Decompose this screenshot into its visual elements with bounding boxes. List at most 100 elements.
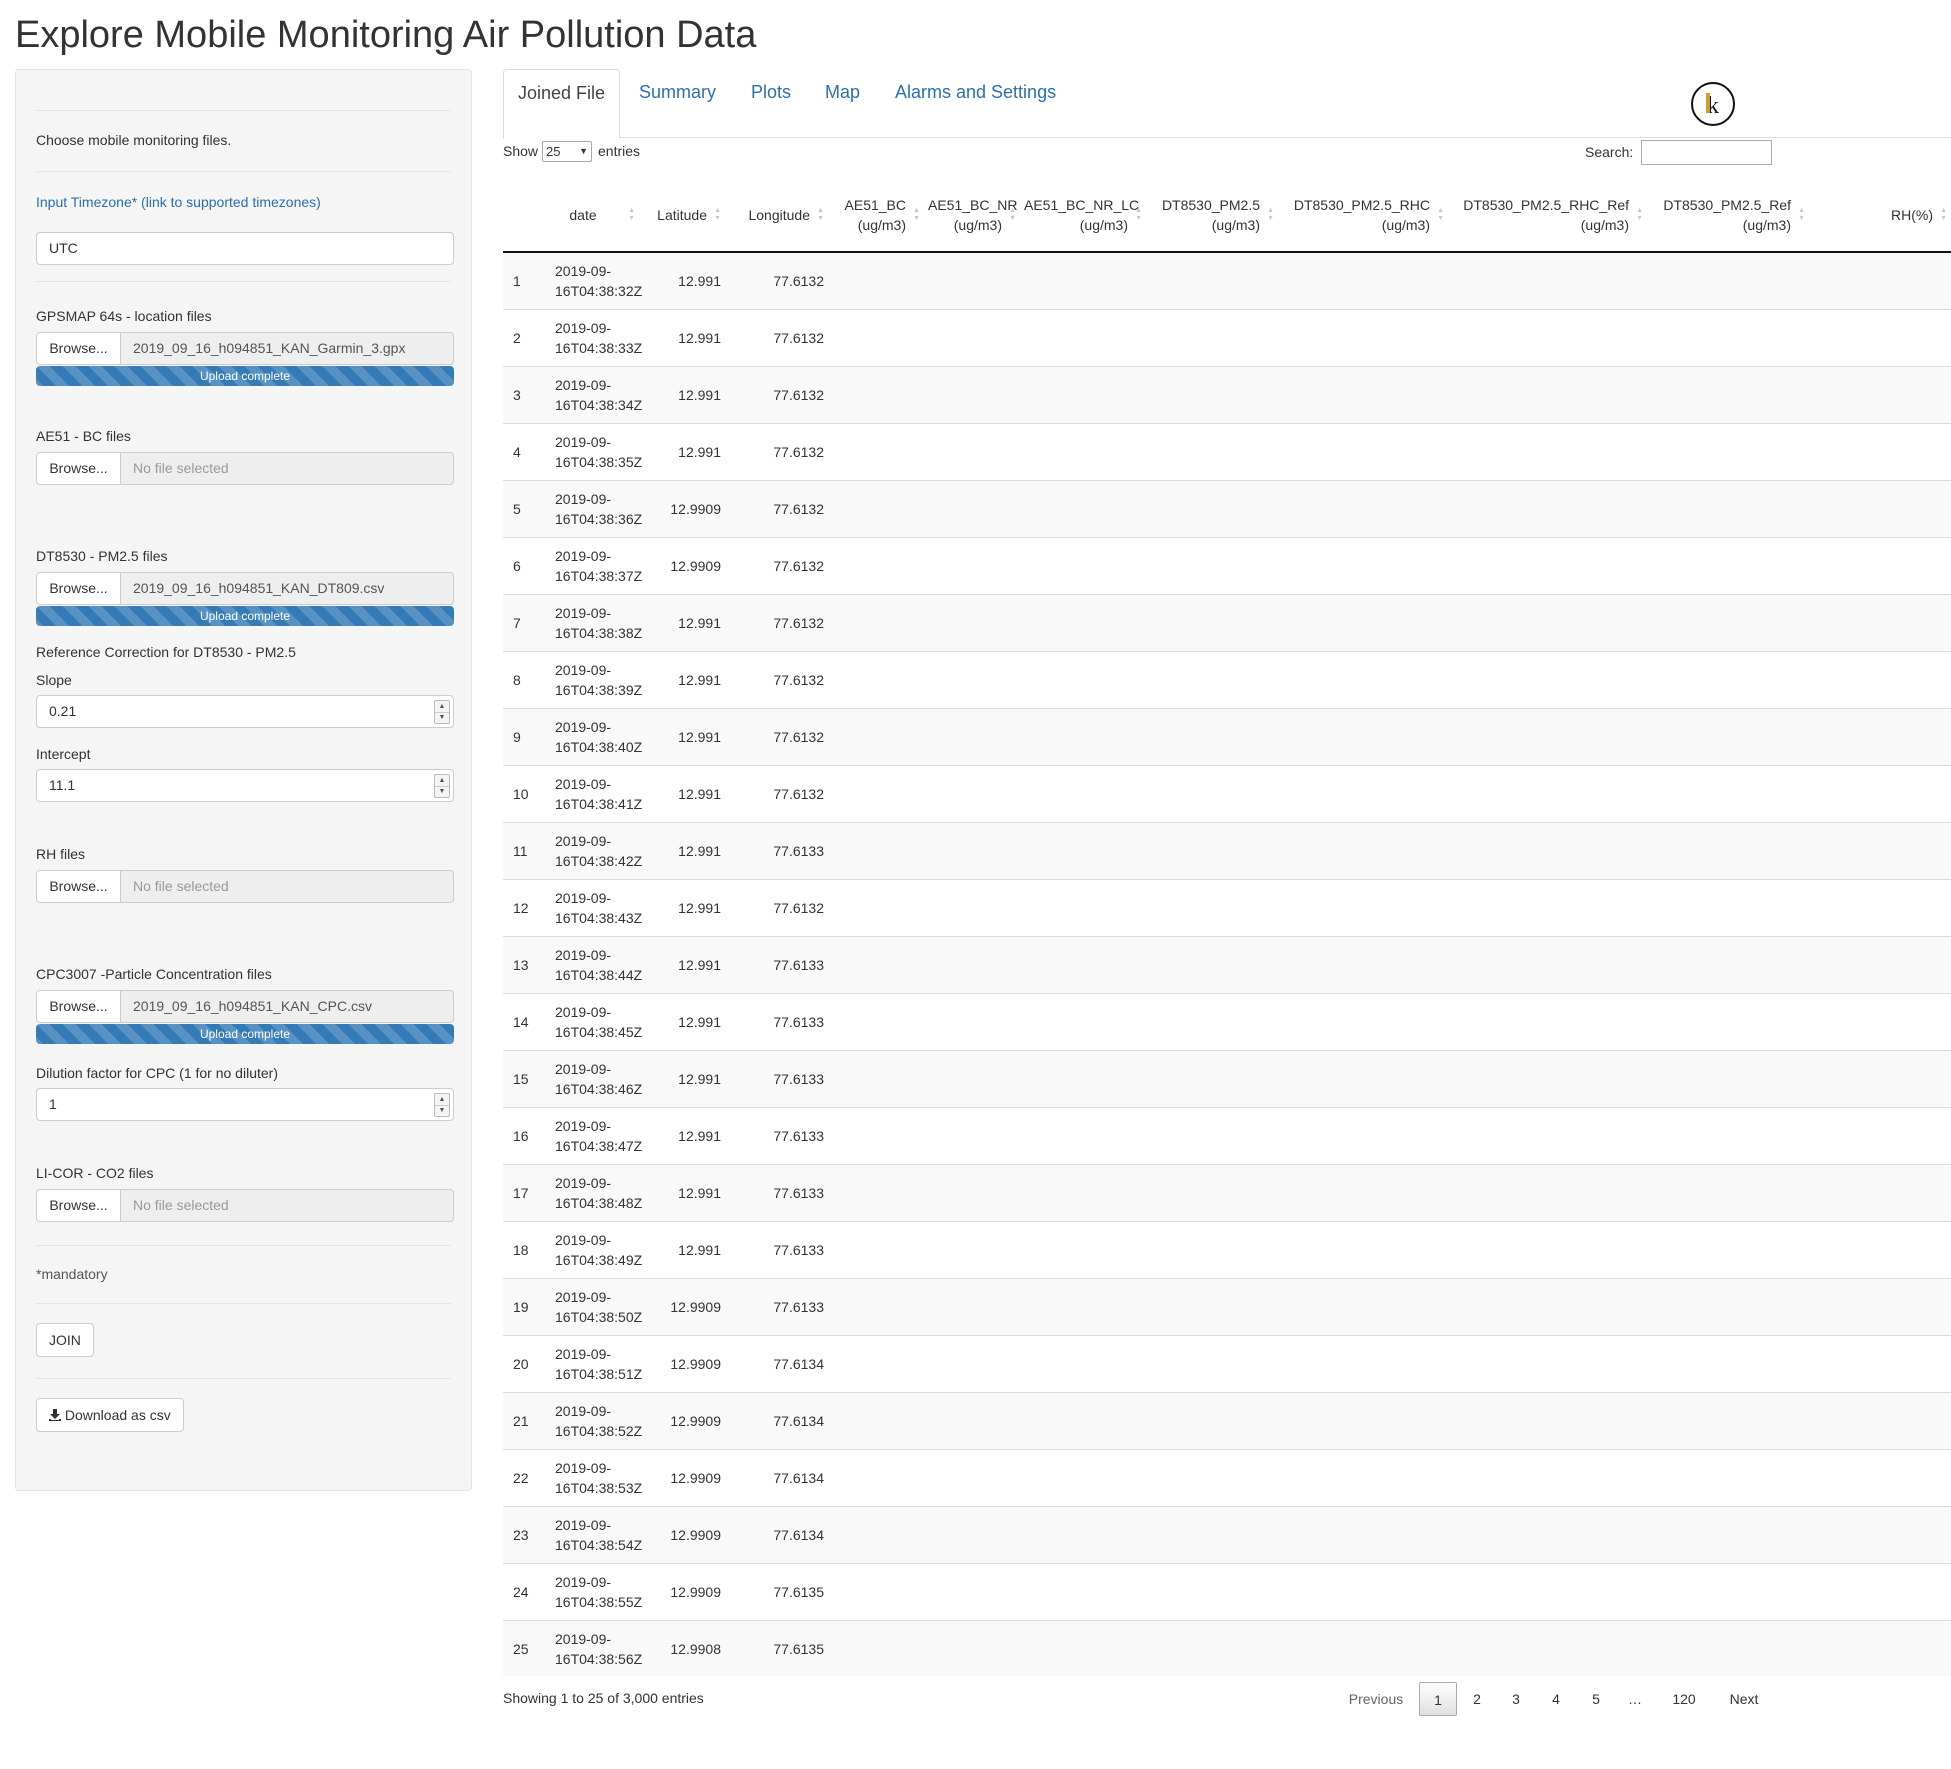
table-row[interactable]: 24 2019-09- 16T04:38:55Z 12.9909 77.6135 [503, 1563, 1951, 1621]
tab-plots[interactable]: Plots [751, 69, 791, 138]
pagination-page-120[interactable]: 120 [1656, 1682, 1712, 1716]
table-row[interactable]: 18 2019-09- 16T04:38:49Z 12.991 77.6133 [503, 1221, 1951, 1279]
column-header-latitude[interactable]: Latitude ▲ ▼ [639, 178, 725, 253]
cell-empty [1647, 765, 1809, 823]
tab-summary[interactable]: Summary [639, 69, 716, 138]
cpc-browse-button[interactable]: Browse... [36, 990, 121, 1023]
table-row[interactable]: 10 2019-09- 16T04:38:41Z 12.991 77.6132 [503, 765, 1951, 823]
cell-index: 13 [503, 936, 541, 994]
column-header-dt8530-pm25-rhc-ref[interactable]: DT8530_PM2.5_RHC_Ref (ug/m3) ▲ ▼ [1448, 178, 1647, 253]
cell-empty [1809, 1506, 1951, 1564]
pagination-next[interactable]: Next [1716, 1682, 1772, 1716]
chevron-down-icon[interactable]: ▼ [435, 712, 449, 723]
table-row[interactable]: 21 2019-09- 16T04:38:52Z 12.9909 77.6134 [503, 1392, 1951, 1450]
table-row[interactable]: 8 2019-09- 16T04:38:39Z 12.991 77.6132 [503, 651, 1951, 709]
pagination-page-1[interactable]: 1 [1419, 1682, 1457, 1716]
table-row[interactable]: 23 2019-09- 16T04:38:54Z 12.9909 77.6134 [503, 1506, 1951, 1564]
table-row[interactable]: 12 2019-09- 16T04:38:43Z 12.991 77.6132 [503, 879, 1951, 937]
table-row[interactable]: 3 2019-09- 16T04:38:34Z 12.991 77.6132 [503, 366, 1951, 424]
cell-empty [1809, 993, 1951, 1051]
entries-length-select[interactable]: 25 ▼ [542, 141, 592, 162]
column-header-longitude[interactable]: Longitude ▲ ▼ [725, 178, 828, 253]
table-row[interactable]: 4 2019-09- 16T04:38:35Z 12.991 77.6132 [503, 423, 1951, 481]
timezone-link[interactable]: Input Timezone* (link to supported timez… [36, 194, 321, 210]
cell-longitude-text: 77.6132 [773, 330, 824, 346]
column-header-dt8530-pm25-rhc[interactable]: DT8530_PM2.5_RHC (ug/m3) ▲ ▼ [1278, 178, 1448, 253]
tab-joined-file[interactable]: Joined File [503, 69, 621, 139]
cell-empty [1146, 879, 1278, 937]
pagination-previous[interactable]: Previous [1336, 1682, 1416, 1716]
slope-input[interactable]: 0.21 ▲ ▼ [36, 695, 454, 728]
cell-empty [924, 366, 1020, 424]
column-header-date[interactable]: date ▲ ▼ [541, 178, 639, 253]
table-row[interactable]: 11 2019-09- 16T04:38:42Z 12.991 77.6133 [503, 822, 1951, 880]
table-row[interactable]: 7 2019-09- 16T04:38:38Z 12.991 77.6132 [503, 594, 1951, 652]
licor-files-label: LI-COR - CO2 files [36, 1165, 154, 1181]
column-header-ae51-bc-nr[interactable]: AE51_BC_NR (ug/m3) ▲ ▼ [924, 178, 1020, 253]
rh-browse-button[interactable]: Browse... [36, 870, 121, 903]
licor-browse-button[interactable]: Browse... [36, 1189, 121, 1222]
cell-date-text: 2019-09- [555, 263, 612, 279]
column-header-ae51-bc[interactable]: AE51_BC (ug/m3) ▲ ▼ [828, 178, 924, 253]
gps-browse-button[interactable]: Browse... [36, 332, 121, 365]
column-header-ae51-bc-nr-lc[interactable]: AE51_BC_NR_LC (ug/m3) ▲ ▼ [1020, 178, 1146, 253]
dt8530-browse-button[interactable]: Browse... [36, 572, 121, 605]
table-row[interactable]: 6 2019-09- 16T04:38:37Z 12.9909 77.6132 [503, 537, 1951, 595]
column-header-dt8530-pm25[interactable]: DT8530_PM2.5 (ug/m3) ▲ ▼ [1146, 178, 1278, 253]
pagination-page-3[interactable]: 3 [1497, 1682, 1535, 1716]
cell-empty [1809, 594, 1951, 652]
table-header-row: date ▲ ▼ Latitude ▲ ▼ Longitude ▲ ▼ AE51_BC (ug/m3… [503, 178, 1951, 253]
cell-latitude: 12.991 [639, 1050, 725, 1108]
cell-empty [1020, 1221, 1146, 1279]
pagination-page-4[interactable]: 4 [1537, 1682, 1575, 1716]
table-row[interactable]: 9 2019-09- 16T04:38:40Z 12.991 77.6132 [503, 708, 1951, 766]
intercept-input[interactable]: 11.1 ▲ ▼ [36, 769, 454, 802]
table-row[interactable]: 25 2019-09- 16T04:38:56Z 12.9908 77.6135 [503, 1620, 1951, 1676]
cell-empty [1809, 1563, 1951, 1621]
pagination-page-2[interactable]: 2 [1458, 1682, 1496, 1716]
cell-date-text: 2019-09- [555, 662, 612, 678]
column-header-rh[interactable]: RH(%) ▲ ▼ [1809, 178, 1951, 253]
table-row[interactable]: 20 2019-09- 16T04:38:51Z 12.9909 77.6134 [503, 1335, 1951, 1393]
table-row[interactable]: 19 2019-09- 16T04:38:50Z 12.9909 77.6133 [503, 1278, 1951, 1336]
dilution-input[interactable]: 1 ▲ ▼ [36, 1088, 454, 1121]
table-row[interactable]: 22 2019-09- 16T04:38:53Z 12.9909 77.6134 [503, 1449, 1951, 1507]
cell-empty [1020, 1278, 1146, 1336]
cell-latitude: 12.991 [639, 651, 725, 709]
tab-map[interactable]: Map [825, 69, 860, 138]
slope-stepper[interactable]: ▲ ▼ [434, 700, 450, 724]
column-header-unit: (ug/m3) [1079, 216, 1128, 233]
column-header-dt8530-pm25-ref[interactable]: DT8530_PM2.5_Ref (ug/m3) ▲ ▼ [1647, 178, 1809, 253]
cell-longitude-text: 77.6132 [773, 444, 824, 460]
slope-value: 0.21 [49, 703, 77, 719]
table-row[interactable]: 15 2019-09- 16T04:38:46Z 12.991 77.6133 [503, 1050, 1951, 1108]
chevron-down-icon[interactable]: ▼ [435, 786, 449, 797]
table-row[interactable]: 13 2019-09- 16T04:38:44Z 12.991 77.6133 [503, 936, 1951, 994]
table-row[interactable]: 17 2019-09- 16T04:38:48Z 12.991 77.6133 [503, 1164, 1951, 1222]
cell-date-text: 16T04:38:37Z [555, 568, 643, 584]
chevron-down-icon[interactable]: ▼ [435, 1105, 449, 1116]
divider [36, 1245, 451, 1246]
cell-empty [1146, 366, 1278, 424]
tab-alarms-settings[interactable]: Alarms and Settings [895, 69, 1056, 138]
cell-latitude-text: 12.9909 [670, 1470, 721, 1486]
cell-empty [1809, 1278, 1951, 1336]
table-row[interactable]: 1 2019-09- 16T04:38:32Z 12.991 77.6132 [503, 251, 1951, 310]
table-row[interactable]: 5 2019-09- 16T04:38:36Z 12.9909 77.6132 [503, 480, 1951, 538]
cell-empty [1448, 993, 1647, 1051]
timezone-input[interactable]: UTC [36, 232, 454, 265]
dilution-stepper[interactable]: ▲ ▼ [434, 1093, 450, 1117]
cell-longitude: 77.6132 [725, 309, 828, 367]
search-input[interactable] [1641, 140, 1772, 165]
table-row[interactable]: 14 2019-09- 16T04:38:45Z 12.991 77.6133 [503, 993, 1951, 1051]
ae51-browse-button[interactable]: Browse... [36, 452, 121, 485]
intercept-stepper[interactable]: ▲ ▼ [434, 774, 450, 798]
download-csv-button[interactable]: Download as csv [36, 1398, 184, 1432]
table-row[interactable]: 2 2019-09- 16T04:38:33Z 12.991 77.6132 [503, 309, 1951, 367]
pagination-page-5[interactable]: 5 [1577, 1682, 1615, 1716]
cell-index-text: 7 [513, 615, 521, 631]
join-button[interactable]: JOIN [36, 1323, 94, 1357]
cell-latitude-text: 12.991 [678, 330, 721, 346]
table-row[interactable]: 16 2019-09- 16T04:38:47Z 12.991 77.6133 [503, 1107, 1951, 1165]
cell-date-text: 16T04:38:35Z [555, 454, 643, 470]
